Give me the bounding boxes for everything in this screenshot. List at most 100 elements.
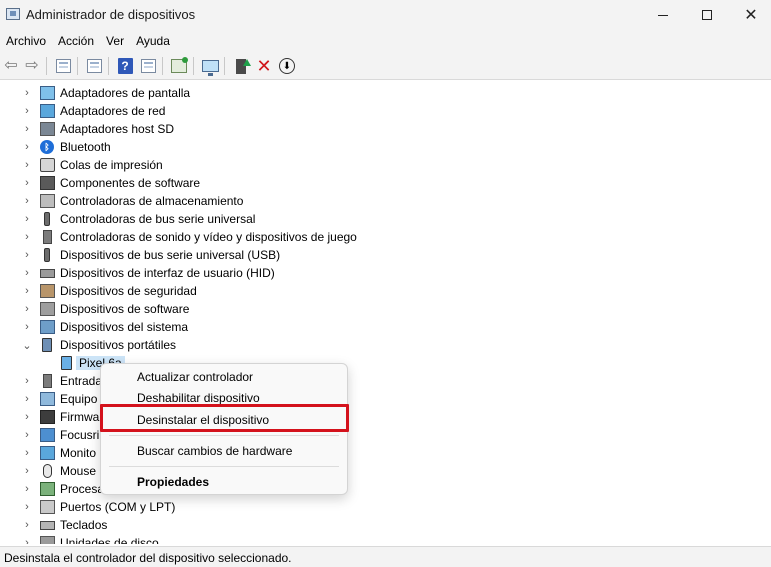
- computer-icon: [40, 392, 55, 406]
- tree-item-componentes-software[interactable]: › Componentes de software: [0, 174, 771, 192]
- expand-chevron-icon[interactable]: ›: [22, 138, 32, 156]
- uninstall-button[interactable]: ✕: [254, 56, 274, 76]
- tree-item-dispositivos-software[interactable]: › Dispositivos de software: [0, 300, 771, 318]
- back-button[interactable]: ⇦: [1, 56, 21, 76]
- expand-chevron-icon[interactable]: ›: [22, 84, 32, 102]
- tree-item-label: Adaptadores host SD: [60, 122, 175, 136]
- forward-arrow-icon: ⇨: [25, 57, 39, 74]
- scan-hardware-button[interactable]: [169, 56, 189, 76]
- menu-item-update-driver[interactable]: Actualizar controlador: [101, 366, 347, 388]
- expand-chevron-icon[interactable]: ›: [22, 426, 32, 444]
- tree-item-seguridad[interactable]: › Dispositivos de seguridad: [0, 282, 771, 300]
- device-manager-app-icon: [6, 8, 20, 20]
- expand-chevron-icon[interactable]: ›: [22, 516, 32, 534]
- help-icon: ?: [117, 58, 133, 74]
- toolbar: ⇦ ⇨ ? ✕ ⬇: [0, 52, 771, 80]
- toolbar-separator: [162, 57, 163, 75]
- menu-item-properties[interactable]: Propiedades: [101, 471, 347, 493]
- close-button[interactable]: ✕: [728, 0, 771, 30]
- expand-chevron-icon[interactable]: ›: [22, 246, 32, 264]
- help-button[interactable]: ?: [115, 56, 135, 76]
- expand-chevron-icon[interactable]: ›: [22, 480, 32, 498]
- expand-chevron-icon[interactable]: ›: [22, 120, 32, 138]
- usb-device-icon: [44, 248, 50, 262]
- expand-chevron-icon[interactable]: ›: [22, 102, 32, 120]
- bluetooth-icon: ᛒ: [40, 140, 54, 154]
- add-driver-button[interactable]: [231, 56, 251, 76]
- properties-sheet-button[interactable]: [138, 56, 158, 76]
- hid-icon: [40, 269, 55, 278]
- menu-ver[interactable]: Ver: [100, 30, 130, 52]
- tree-item-teclados[interactable]: › Teclados: [0, 516, 771, 534]
- toolbar-separator: [224, 57, 225, 75]
- expand-chevron-icon[interactable]: ›: [22, 228, 32, 246]
- tree-item-label: Firmwa: [60, 410, 100, 424]
- view-properties-button[interactable]: [53, 56, 73, 76]
- expand-chevron-icon[interactable]: ›: [22, 390, 32, 408]
- tree-item-label: Bluetooth: [60, 140, 111, 154]
- collapse-chevron-icon[interactable]: ⌄: [22, 336, 32, 354]
- status-text: Desinstala el controlador del dispositiv…: [4, 551, 292, 565]
- update-driver-button[interactable]: ⬇: [277, 56, 297, 76]
- menu-ayuda[interactable]: Ayuda: [130, 30, 176, 52]
- expand-chevron-icon[interactable]: ›: [22, 372, 32, 390]
- tree-item-controladoras-usb[interactable]: › Controladoras de bus serie universal: [0, 210, 771, 228]
- tree-item-label: Dispositivos portátiles: [60, 338, 177, 352]
- ports-icon: [40, 500, 55, 514]
- expand-chevron-icon[interactable]: ›: [22, 174, 32, 192]
- expand-chevron-icon[interactable]: ›: [22, 192, 32, 210]
- tree-item-sonido-video[interactable]: › Controladoras de sonido y vídeo y disp…: [0, 228, 771, 246]
- disk-drive-icon: [40, 536, 55, 544]
- tree-item-portatiles[interactable]: ⌄ Dispositivos portátiles: [0, 336, 771, 354]
- expand-chevron-icon[interactable]: ›: [22, 408, 32, 426]
- menu-accion[interactable]: Acción: [52, 30, 100, 52]
- add-driver-icon: [236, 58, 251, 74]
- expand-chevron-icon[interactable]: ›: [22, 462, 32, 480]
- menu-item-uninstall-device[interactable]: Desinstalar el dispositivo: [101, 409, 347, 431]
- title-bar: Administrador de dispositivos ✕: [0, 0, 771, 30]
- tree-item-label: Dispositivos del sistema: [60, 320, 189, 334]
- details-button[interactable]: [84, 56, 104, 76]
- software-device-icon: [40, 302, 55, 316]
- tree-item-unidades-disco[interactable]: › Unidades de disco: [0, 534, 771, 544]
- tree-item-label: Controladoras de almacenamiento: [60, 194, 244, 208]
- tree-item-adaptadores-red[interactable]: › Adaptadores de red: [0, 102, 771, 120]
- expand-chevron-icon[interactable]: ›: [22, 282, 32, 300]
- tree-item-label: Adaptadores de red: [60, 104, 166, 118]
- monitor-button[interactable]: [200, 56, 220, 76]
- tree-item-label: Puertos (COM y LPT): [60, 500, 176, 514]
- tree-item-colas-impresion[interactable]: › Colas de impresión: [0, 156, 771, 174]
- menu-item-scan-hardware[interactable]: Buscar cambios de hardware: [101, 440, 347, 462]
- toolbar-separator: [46, 57, 47, 75]
- tree-item-sistema[interactable]: › Dispositivos del sistema: [0, 318, 771, 336]
- expand-chevron-icon[interactable]: ›: [22, 156, 32, 174]
- expand-chevron-icon[interactable]: ›: [22, 534, 32, 544]
- menu-archivo[interactable]: Archivo: [0, 30, 52, 52]
- tree-item-hid[interactable]: › Dispositivos de interfaz de usuario (H…: [0, 264, 771, 282]
- expand-chevron-icon[interactable]: ›: [22, 318, 32, 336]
- expand-chevron-icon[interactable]: ›: [22, 498, 32, 516]
- tree-item-bluetooth[interactable]: › ᛒ Bluetooth: [0, 138, 771, 156]
- tree-item-controladoras-almacenamiento[interactable]: › Controladoras de almacenamiento: [0, 192, 771, 210]
- toolbar-separator: [193, 57, 194, 75]
- forward-button[interactable]: ⇨: [22, 56, 42, 76]
- tree-item-label: Dispositivos de seguridad: [60, 284, 197, 298]
- tree-item-puertos[interactable]: › Puertos (COM y LPT): [0, 498, 771, 516]
- tree-item-label: Adaptadores de pantalla: [60, 86, 191, 100]
- maximize-button[interactable]: [684, 0, 730, 30]
- expand-chevron-icon[interactable]: ›: [22, 300, 32, 318]
- system-device-icon: [40, 320, 55, 334]
- menu-item-disable-device[interactable]: Deshabilitar dispositivo: [101, 387, 347, 409]
- expand-chevron-icon[interactable]: ›: [22, 210, 32, 228]
- tree-item-adaptadores-pantalla[interactable]: › Adaptadores de pantalla: [0, 84, 771, 102]
- expand-chevron-icon[interactable]: ›: [22, 444, 32, 462]
- tree-item-label: Componentes de software: [60, 176, 201, 190]
- toolbar-separator: [77, 57, 78, 75]
- tree-item-dispositivos-usb[interactable]: › Dispositivos de bus serie universal (U…: [0, 246, 771, 264]
- tree-item-label: Controladoras de bus serie universal: [60, 212, 256, 226]
- tree-item-adaptadores-host-sd[interactable]: › Adaptadores host SD: [0, 120, 771, 138]
- network-adapter-icon: [40, 104, 55, 118]
- software-component-icon: [40, 176, 55, 190]
- expand-chevron-icon[interactable]: ›: [22, 264, 32, 282]
- minimize-button[interactable]: [640, 0, 686, 30]
